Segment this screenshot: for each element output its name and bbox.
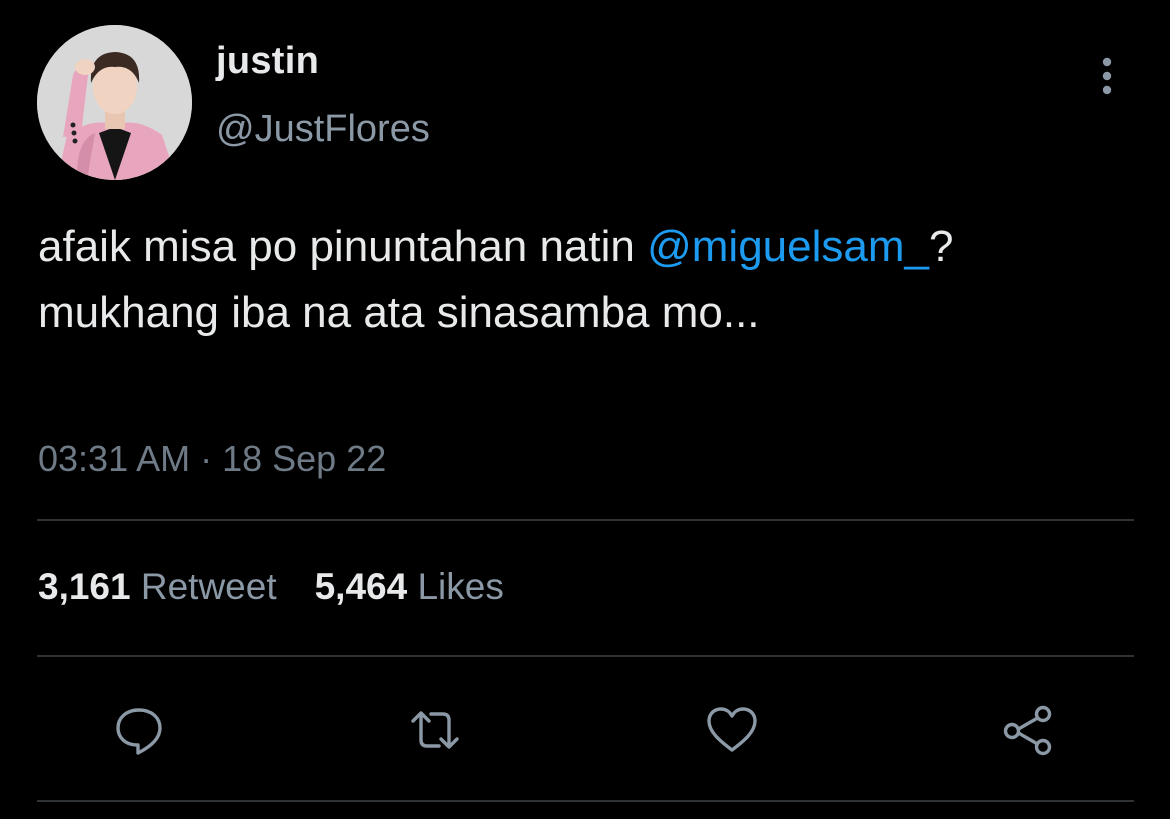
divider (37, 800, 1134, 802)
display-name[interactable]: justin (216, 40, 319, 83)
like-button[interactable] (702, 700, 762, 760)
profile-photo (37, 25, 192, 180)
retweet-arrows-icon (411, 711, 459, 749)
mention-link[interactable]: @miguelsam_ (647, 222, 929, 271)
user-handle[interactable]: @JustFlores (216, 108, 430, 151)
likes-count: 5,464 (314, 566, 408, 607)
retweets-count: 3,161 (38, 566, 131, 607)
likes-stat[interactable]: 5,464 Likes (315, 566, 504, 608)
retweets-stat[interactable]: 3,161 Retweet (38, 566, 277, 608)
share-button[interactable] (998, 700, 1058, 760)
reply-button[interactable] (109, 700, 169, 760)
speech-bubble-icon (116, 708, 162, 755)
engagement-stats: 3,161 Retweet 5,464 Likes (38, 566, 504, 608)
share-nodes-icon (1003, 705, 1052, 756)
heart-icon (707, 707, 757, 752)
tweet-detail: justin @JustFlores afaik misa po pinunta… (0, 0, 1170, 819)
divider (37, 519, 1134, 521)
tweet-text-part: afaik misa po pinuntahan natin (38, 222, 648, 271)
retweets-label: Retweet (140, 566, 277, 607)
avatar[interactable] (37, 25, 192, 180)
divider (37, 655, 1134, 657)
retweet-button[interactable] (405, 700, 465, 760)
tweet-timestamp[interactable]: 03:31 AM · 18 Sep 22 (38, 438, 386, 480)
more-options-icon[interactable] (1088, 52, 1126, 102)
likes-label: Likes (417, 566, 504, 607)
tweet-text: afaik misa po pinuntahan natin @miguelsa… (38, 214, 1128, 346)
